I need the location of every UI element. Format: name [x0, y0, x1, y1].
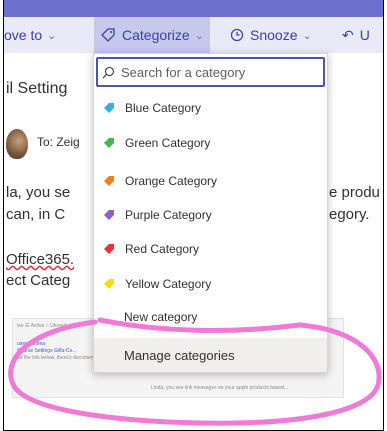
- avatar: [6, 129, 28, 159]
- snooze-button[interactable]: Snooze ⌄: [230, 17, 312, 53]
- category-item-yellow[interactable]: Yellow Category: [94, 267, 327, 301]
- category-item-red[interactable]: Red Category: [94, 232, 327, 266]
- red-tag-icon: [104, 244, 114, 254]
- category-search-box[interactable]: [96, 57, 325, 87]
- chevron-down-icon: ⌄: [194, 29, 204, 42]
- body-text-line-4-left: ect Categ: [6, 272, 71, 289]
- yellow-tag-icon: [104, 279, 114, 289]
- green-tag-icon: [104, 138, 114, 148]
- search-icon: [102, 66, 115, 78]
- category-label: Yellow Category: [125, 277, 212, 291]
- categorize-label: Categorize: [122, 27, 190, 43]
- category-search-input[interactable]: [119, 63, 313, 81]
- thumbnail-body-text: Linda, you see link messages on your app…: [151, 385, 289, 391]
- undo-button[interactable]: ↶ U: [342, 17, 370, 53]
- manage-categories-label: Manage categories: [124, 347, 235, 363]
- category-label: Blue Category: [125, 101, 202, 115]
- manage-categories-button[interactable]: Manage categories: [94, 338, 327, 372]
- category-label: Purple Category: [125, 208, 212, 222]
- page-title: il Setting: [6, 80, 68, 97]
- new-category-button[interactable]: New category: [124, 310, 197, 324]
- thumbnail-note: ad the link below, there's documents li.…: [17, 355, 106, 361]
- category-label: Green Category: [125, 136, 211, 150]
- purple-tag-icon: [104, 210, 114, 220]
- thumbnail-toolbar-text: lee ☰ Active ○ Unread: [17, 323, 67, 329]
- category-item-green[interactable]: Green Category: [94, 126, 327, 160]
- category-item-purple[interactable]: Purple Category: [94, 198, 327, 232]
- thumbnail-sender: user, Andrea: [17, 341, 46, 347]
- orange-tag-icon: [104, 176, 114, 186]
- app-header-strip: [4, 0, 383, 17]
- category-item-orange[interactable]: Orange Category: [94, 164, 327, 198]
- blue-tag-icon: [104, 103, 114, 113]
- category-label: Orange Category: [125, 174, 218, 188]
- to-recipient-label: To: Zeig: [37, 135, 80, 149]
- body-text-line-2-left: can, in C: [6, 206, 66, 223]
- move-to-button[interactable]: ove to ⌄: [4, 17, 56, 53]
- body-text-line-1-right: e produ: [329, 184, 380, 201]
- undo-label: U: [359, 27, 370, 43]
- undo-icon: ↶: [342, 26, 354, 43]
- clock-icon: [230, 28, 244, 42]
- category-label: Red Category: [125, 242, 200, 256]
- body-link-text[interactable]: Office365.: [6, 251, 74, 268]
- category-item-blue[interactable]: Blue Category: [94, 91, 327, 125]
- move-to-label: ove to: [4, 27, 43, 43]
- tag-icon: [101, 28, 115, 42]
- categorize-dropdown-menu: Blue Category Green Category Orange Cate…: [93, 53, 328, 373]
- ribbon-toolbar: ove to ⌄ Categorize ⌄ Snooze ⌄ ↶ U: [4, 17, 383, 53]
- snooze-label: Snooze: [250, 27, 298, 43]
- thumbnail-subject: Course Settings Gilfa-Co...: [17, 348, 77, 354]
- body-text-line-1-left: la, you se: [6, 184, 71, 201]
- categorize-button[interactable]: Categorize ⌄: [94, 17, 210, 53]
- body-text-line-2-right: egory.: [329, 206, 370, 223]
- chevron-down-icon: ⌄: [302, 29, 312, 42]
- chevron-down-icon: ⌄: [47, 29, 57, 42]
